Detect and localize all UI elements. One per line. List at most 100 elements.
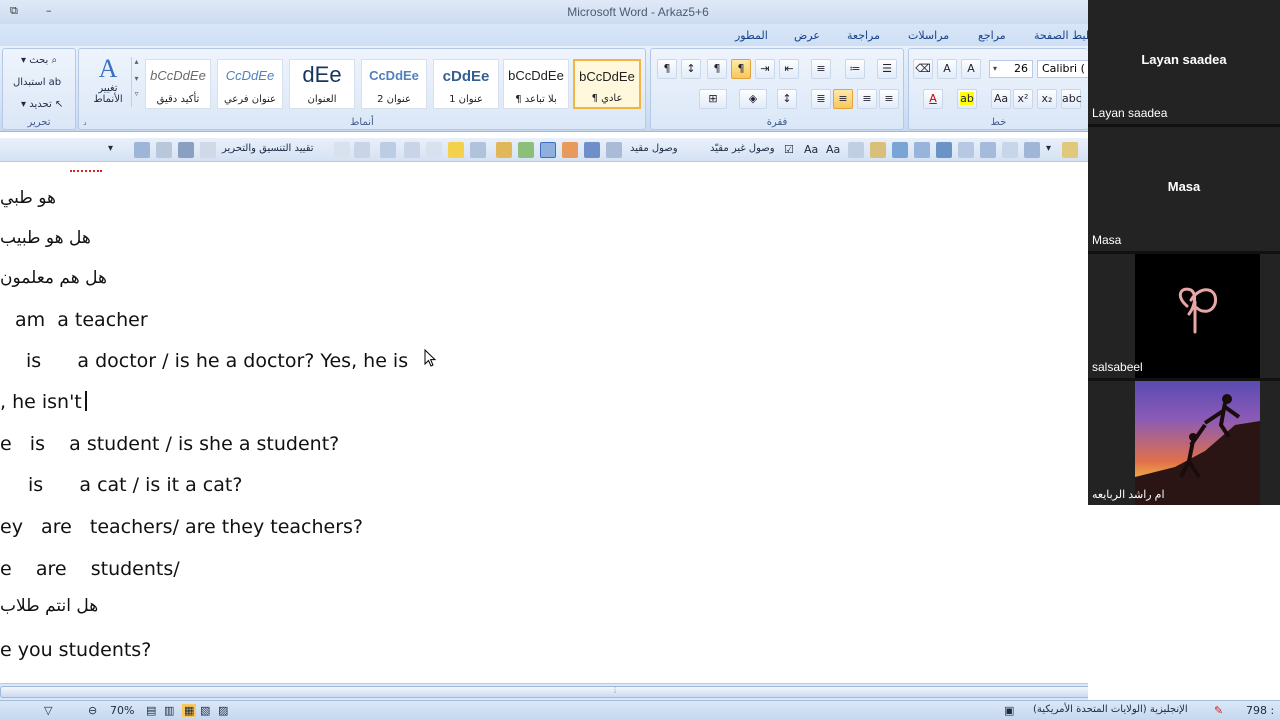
view-full-screen-icon[interactable]: ▨ <box>218 704 228 717</box>
styles-more-icon[interactable]: ▿ <box>132 89 141 98</box>
chart-icon[interactable] <box>892 142 908 158</box>
borders-icon[interactable]: ⊞ <box>699 89 727 109</box>
insert-icon[interactable] <box>870 142 886 158</box>
align-left-icon[interactable]: ≡ <box>879 89 899 109</box>
justify-icon[interactable]: ≣ <box>811 89 831 109</box>
folder-icon[interactable] <box>1062 142 1078 158</box>
tab-view[interactable]: عرض <box>794 29 820 42</box>
group-icon[interactable] <box>380 142 396 158</box>
frame-icon[interactable] <box>958 142 974 158</box>
restricted-access-button[interactable]: وصول مقيد <box>630 143 678 154</box>
change-case-icon[interactable]: Aa <box>991 89 1011 109</box>
picture-icon[interactable] <box>562 142 578 158</box>
checkmark-icon[interactable]: ☑ <box>784 143 794 156</box>
show-marks-icon[interactable]: ¶ <box>657 59 677 79</box>
style-title[interactable]: dEe العنوان <box>289 59 355 109</box>
font-color-icon[interactable]: A <box>923 89 943 109</box>
text-style-icon[interactable] <box>584 142 600 158</box>
more-dropdown-icon[interactable]: ▾ <box>1046 143 1051 154</box>
tab-mailings[interactable]: مراسلات <box>908 29 949 42</box>
tab-page-layout[interactable]: تخطيط الصفحة <box>1034 29 1088 42</box>
warning-icon[interactable] <box>448 142 464 158</box>
addins-icon[interactable] <box>496 142 512 158</box>
font-family-field[interactable]: Calibri ( <box>1037 60 1088 78</box>
replace-button[interactable]: استبدال ab <box>13 77 61 88</box>
superscript-icon[interactable]: x² <box>1013 89 1033 109</box>
numbering-icon[interactable]: ≔ <box>845 59 865 79</box>
select-button[interactable]: ▾ تحديد ↖ <box>21 99 63 110</box>
ltr-direction-icon[interactable]: ¶ <box>707 59 727 79</box>
strikethrough-icon[interactable]: abc <box>1061 89 1082 109</box>
table-icon[interactable] <box>848 142 864 158</box>
zoom-out-icon[interactable]: ⊖ <box>88 704 97 717</box>
tab-developer[interactable]: المطور <box>735 29 768 42</box>
unrestricted-access-button[interactable]: وصول غير مقيّد <box>710 143 775 154</box>
view-print-layout-icon[interactable]: ▦ <box>182 704 197 717</box>
rtl-direction-icon[interactable]: ¶ <box>731 59 751 79</box>
participant-tile[interactable]: ام راشد الربايعه <box>1088 381 1280 505</box>
styles-scroll-up-icon[interactable]: ▴ <box>132 57 141 66</box>
macro-record-icon[interactable]: ▣ <box>1004 704 1014 717</box>
text-aa-alt-icon[interactable]: Aa <box>826 143 840 156</box>
clear-formatting-icon[interactable]: ⌫ <box>913 59 933 79</box>
font-size-dropdown-icon[interactable]: ▾ <box>993 61 997 77</box>
view-web-layout-icon[interactable]: ▧ <box>200 704 210 717</box>
restrict-formatting-button[interactable]: تقييد التنسيق والتحرير <box>222 143 314 154</box>
protect-icon[interactable] <box>200 142 216 158</box>
language-indicator[interactable]: الإنجليزية (الولايات المتحدة الأمريكية) <box>1033 704 1188 715</box>
scrollbar-thumb[interactable] <box>0 686 1088 698</box>
style-no-spacing[interactable]: bCcDdEe ¶ بلا تباعد <box>503 59 569 109</box>
align-right-icon[interactable]: ≡ <box>833 89 853 109</box>
legacy-tools-icon[interactable] <box>354 142 370 158</box>
change-styles-button[interactable]: A تغيير الأنماط <box>87 55 129 111</box>
font-size-field[interactable]: ▾ 26 <box>989 60 1033 78</box>
participant-tile[interactable]: Layan saadea Layan saadea <box>1088 0 1280 124</box>
increase-indent-icon[interactable]: ⇥ <box>755 59 775 79</box>
design-mode-icon[interactable] <box>404 142 420 158</box>
tab-review[interactable]: مراجعة <box>847 29 880 42</box>
shrink-font-icon[interactable]: A <box>937 59 957 79</box>
style-heading-2[interactable]: CcDdEe عنوان 2 <box>361 59 427 109</box>
text-aa-icon[interactable]: Aa <box>804 143 818 156</box>
style-subtle-emphasis[interactable]: bCcDdEe تأكيد دقيق <box>145 59 211 109</box>
group-objects-icon[interactable] <box>1024 142 1040 158</box>
find-button[interactable]: ▾ بحث ⌕ <box>21 55 57 66</box>
zoom-slider-handle-icon[interactable]: ▽ <box>44 704 52 717</box>
document-icon[interactable] <box>540 142 556 158</box>
grow-font-icon[interactable]: A <box>961 59 981 79</box>
tab-references[interactable]: مراجع <box>978 29 1006 42</box>
view-draft-icon[interactable]: ▤ <box>146 704 156 717</box>
participant-tile[interactable]: salsabeel <box>1088 254 1280 378</box>
style-normal[interactable]: bCcDdEe ¶ عادي <box>573 59 641 109</box>
form-field-icon[interactable] <box>156 142 172 158</box>
checkbox-icon[interactable] <box>334 142 350 158</box>
properties-icon[interactable] <box>178 142 194 158</box>
style-heading-1[interactable]: cDdEe عنوان 1 <box>433 59 499 109</box>
line-spacing-icon[interactable]: ↕ <box>777 89 797 109</box>
word-count[interactable]: 798 : <box>1246 704 1274 717</box>
align-center-icon[interactable]: ≡ <box>857 89 877 109</box>
zoom-level[interactable]: 70% <box>110 704 134 717</box>
web-icon[interactable] <box>518 142 534 158</box>
toggle-icon[interactable] <box>426 142 442 158</box>
document-area[interactable]: هو طبي هل هو طبيب هل هم معلمون am a teac… <box>0 163 1088 683</box>
styles-scroll[interactable]: ▴ ▾ ▿ <box>131 57 141 107</box>
toolbar-tool-icon[interactable] <box>134 142 150 158</box>
multilevel-list-icon[interactable]: ≡ <box>811 59 831 79</box>
horizontal-scrollbar[interactable]: ⦙ <box>0 683 1088 700</box>
toolbar-dropdown-icon[interactable]: ▾ <box>108 143 113 154</box>
subscript-icon[interactable]: x₂ <box>1037 89 1057 109</box>
pen-icon[interactable] <box>606 142 622 158</box>
style-subtitle[interactable]: CcDdEe عنوان فرعي <box>217 59 283 109</box>
shading-icon[interactable]: ◈ <box>739 89 767 109</box>
sort-icon[interactable]: ↕ <box>681 59 701 79</box>
picture-tools-icon[interactable] <box>914 142 930 158</box>
proofing-errors-icon[interactable]: ✎ <box>1214 704 1223 717</box>
macro-icon[interactable] <box>470 142 486 158</box>
decrease-indent-icon[interactable]: ⇤ <box>779 59 799 79</box>
styles-scroll-down-icon[interactable]: ▾ <box>132 74 141 83</box>
bullets-icon[interactable]: ☰ <box>877 59 897 79</box>
view-outline-icon[interactable]: ▥ <box>164 704 174 717</box>
window-icon[interactable] <box>980 142 996 158</box>
highlight-color-icon[interactable]: ab <box>957 89 977 109</box>
